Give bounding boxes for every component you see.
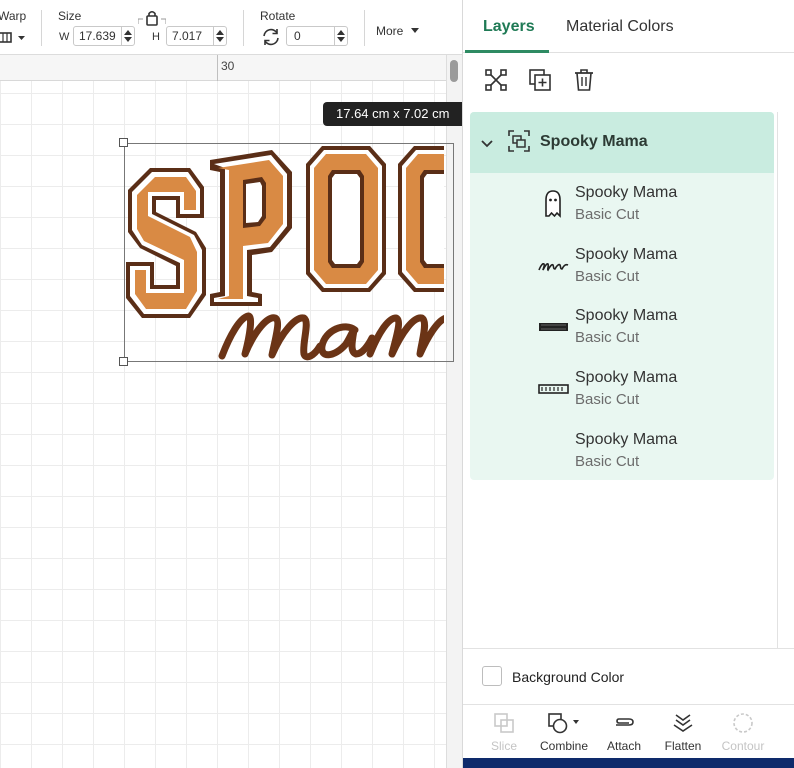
combine-button[interactable]: Combine: [534, 705, 594, 759]
layer-operation: Basic Cut: [575, 391, 640, 408]
layer-name: Spooky Mama: [575, 184, 678, 201]
duplicate-icon[interactable]: [527, 67, 553, 93]
combine-icon: [546, 711, 579, 735]
resize-handle-bottom-left[interactable]: [119, 357, 128, 366]
layer-operation: Basic Cut: [575, 329, 640, 346]
layer-name: Spooky Mama: [575, 369, 678, 386]
ghost-icon: [536, 189, 570, 219]
contour-icon: [731, 711, 755, 735]
layer-row[interactable]: Spooky Mama Basic Cut: [470, 173, 774, 235]
layers-list: Spooky Mama Spooky Mama Basic Cut Spooky…: [470, 112, 774, 480]
layer-row[interactable]: Spooky Mama Basic Cut: [470, 420, 774, 480]
layer-operation: Basic Cut: [575, 206, 640, 223]
selection-bounding-box[interactable]: [124, 143, 454, 362]
panel-scrollbar[interactable]: [777, 112, 778, 648]
layer-row[interactable]: Spooky Mama Basic Cut: [470, 296, 774, 358]
combine-label: Combine: [539, 739, 589, 753]
group-title: Spooky Mama: [540, 133, 648, 150]
layer-row[interactable]: Spooky Mama Basic Cut: [470, 358, 774, 420]
tab-layers[interactable]: Layers: [483, 18, 535, 36]
flatten-label: Flatten: [664, 739, 702, 753]
group-icon[interactable]: [483, 67, 509, 93]
panel-footer-bar: [463, 758, 794, 768]
attach-icon: [612, 711, 636, 735]
layer-operation: Basic Cut: [575, 453, 640, 470]
background-color-label: Background Color: [512, 669, 625, 685]
group-layer-icon: [507, 129, 531, 153]
layer-row[interactable]: Spooky Mama Basic Cut: [470, 235, 774, 297]
background-color-row: Background Color: [463, 648, 794, 704]
layer-group-row[interactable]: Spooky Mama: [470, 112, 774, 173]
layers-toolbar: [463, 53, 794, 108]
layer-name: Spooky Mama: [575, 431, 678, 448]
flatten-icon: [671, 711, 695, 735]
tab-material-colors[interactable]: Material Colors: [566, 18, 674, 36]
layer-actions-bar: Slice Combine Attach Flatten Contour: [463, 704, 794, 758]
layer-operation: Basic Cut: [575, 268, 640, 285]
panel-tabs: Layers Material Colors: [463, 0, 794, 53]
delete-icon[interactable]: [571, 67, 597, 93]
attach-label: Attach: [606, 739, 642, 753]
chevron-down-icon[interactable]: [481, 136, 493, 148]
flatten-button[interactable]: Flatten: [653, 705, 713, 759]
slice-label: Slice: [490, 739, 517, 753]
contour-label: Contour: [721, 739, 765, 753]
spooky-text-icon: [536, 312, 570, 342]
layer-name: Spooky Mama: [575, 246, 678, 263]
background-color-checkbox[interactable]: [482, 666, 502, 686]
slice-button[interactable]: Slice: [474, 705, 534, 759]
spooky-outline-icon: [536, 374, 570, 404]
layer-name: Spooky Mama: [575, 307, 678, 324]
attach-button[interactable]: Attach: [594, 705, 654, 759]
layers-panel: Layers Material Colors Spooky Mama Spook…: [462, 0, 794, 768]
resize-handle-top-left[interactable]: [119, 138, 128, 147]
slice-icon: [492, 711, 516, 735]
scrollbar-thumb[interactable]: [450, 60, 458, 82]
mama-script-icon: [536, 251, 570, 281]
size-tooltip: 17.64 cm x 7.02 cm: [323, 102, 462, 126]
contour-button[interactable]: Contour: [713, 705, 773, 759]
